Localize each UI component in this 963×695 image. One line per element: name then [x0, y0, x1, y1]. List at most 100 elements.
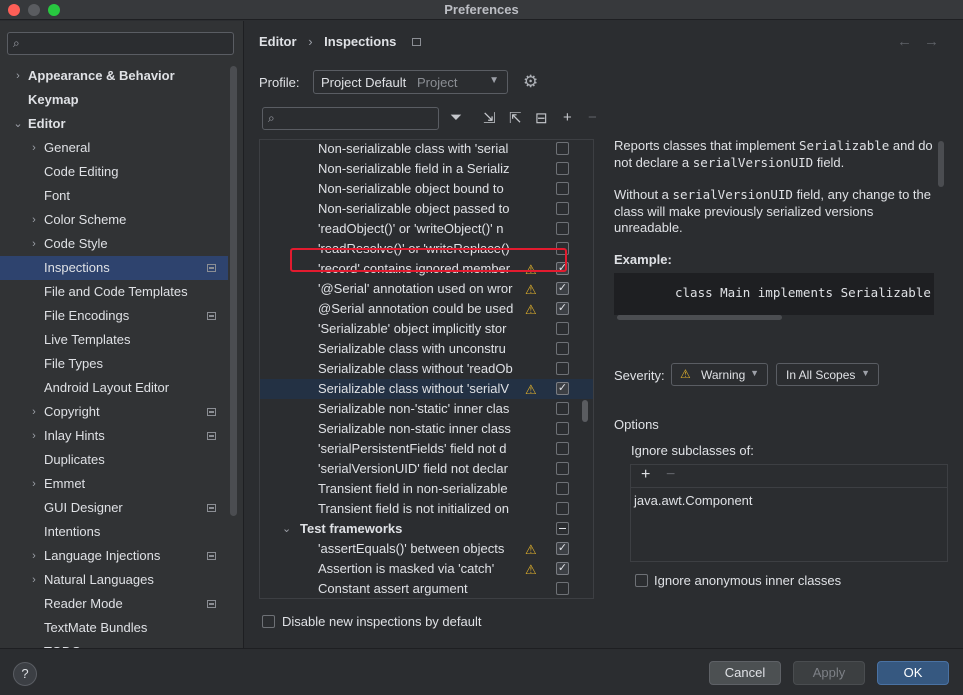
sidebar-item-intentions[interactable]: Intentions [0, 520, 228, 544]
sidebar-item-natural-languages[interactable]: › Natural Languages [0, 568, 228, 592]
chevron-right-icon[interactable]: › [28, 400, 40, 424]
inspection-row[interactable]: 'serialVersionUID' field not declar [260, 459, 593, 479]
inspection-checkbox[interactable] [556, 502, 569, 515]
inspection-checkbox[interactable] [556, 422, 569, 435]
severity-select[interactable]: ⚠ Warning ▼ [671, 363, 768, 386]
sidebar-item-appearance-behavior[interactable]: › Appearance & Behavior [0, 64, 228, 88]
sidebar-item-file-and-code-templates[interactable]: File and Code Templates [0, 280, 228, 304]
sidebar-item-inlay-hints[interactable]: › Inlay Hints [0, 424, 228, 448]
inspection-row[interactable]: Transient field is not initialized on [260, 499, 593, 519]
inspection-row[interactable]: Assertion is masked via 'catch' ⚠ ✓ [260, 559, 593, 579]
inspection-row[interactable]: 'Serializable' object implicitly stor [260, 319, 593, 339]
inspection-row[interactable]: Serializable class without 'serialV ⚠ ✓ [260, 379, 593, 399]
inspection-search-input[interactable]: ⌕ [262, 107, 439, 130]
sidebar-item-file-types[interactable]: File Types [0, 352, 228, 376]
sidebar-item-code-style[interactable]: › Code Style [0, 232, 228, 256]
breadcrumb-editor[interactable]: Editor [259, 34, 297, 49]
inspection-row[interactable]: Transient field in non-serializable [260, 479, 593, 499]
chevron-right-icon[interactable]: › [28, 424, 40, 448]
filter-icon[interactable]: ⏷ [450, 109, 462, 126]
sidebar-item-emmet[interactable]: › Emmet [0, 472, 228, 496]
scope-select[interactable]: In All Scopes ▼ [776, 363, 879, 386]
sidebar-item-keymap[interactable]: Keymap [0, 88, 228, 112]
ok-button[interactable]: OK [877, 661, 949, 685]
inspection-row[interactable]: 'assertEquals()' between objects ⚠ ✓ [260, 539, 593, 559]
chevron-right-icon[interactable]: › [28, 568, 40, 592]
cancel-button[interactable]: Cancel [709, 661, 781, 685]
inspection-row[interactable]: 'serialPersistentFields' field not d [260, 439, 593, 459]
inspection-checkbox[interactable]: ✓ [556, 282, 569, 295]
inspection-row[interactable]: '@Serial' annotation used on wror ⚠ ✓ [260, 279, 593, 299]
sidebar-item-todo[interactable]: TODO [0, 640, 228, 648]
sidebar-item-duplicates[interactable]: Duplicates [0, 448, 228, 472]
chevron-right-icon[interactable]: › [28, 208, 40, 232]
sidebar-item-color-scheme[interactable]: › Color Scheme [0, 208, 228, 232]
apply-button[interactable]: Apply [793, 661, 865, 685]
chevron-right-icon[interactable]: › [28, 232, 40, 256]
sidebar-item-font[interactable]: Font [0, 184, 228, 208]
inspection-checkbox[interactable] [556, 362, 569, 375]
sidebar-item-reader-mode[interactable]: Reader Mode [0, 592, 228, 616]
checkbox[interactable] [262, 615, 275, 628]
add-icon[interactable]: + [563, 109, 572, 126]
inspection-checkbox[interactable] [556, 142, 569, 155]
inspection-checkbox[interactable] [556, 482, 569, 495]
inspection-row[interactable]: 'readObject()' or 'writeObject()' n [260, 219, 593, 239]
chevron-right-icon[interactable]: › [28, 136, 40, 160]
inspection-row[interactable]: Serializable non-'static' inner clas [260, 399, 593, 419]
gear-icon[interactable]: ⚙ [523, 72, 538, 92]
chevron-down-icon[interactable]: ⌄ [12, 112, 24, 136]
list-scrollbar[interactable] [582, 400, 588, 422]
inspection-checkbox[interactable] [556, 462, 569, 475]
sidebar-scrollbar[interactable] [230, 66, 237, 516]
inspection-checkbox[interactable] [556, 162, 569, 175]
collapse-all-icon[interactable]: ⇱ [509, 109, 522, 127]
inspection-row[interactable]: @Serial annotation could be used ⚠ ✓ [260, 299, 593, 319]
description-scrollbar[interactable] [938, 141, 944, 187]
sidebar-item-language-injections[interactable]: › Language Injections [0, 544, 228, 568]
inspection-row[interactable]: Serializable non-static inner class [260, 419, 593, 439]
inspection-checkbox[interactable] [556, 522, 569, 535]
sidebar-item-inspections[interactable]: Inspections [0, 256, 228, 280]
inspection-checkbox[interactable] [556, 442, 569, 455]
inspection-checkbox[interactable] [556, 402, 569, 415]
sidebar-item-copyright[interactable]: › Copyright [0, 400, 228, 424]
inspection-group-row[interactable]: ⌄ Test frameworks [260, 519, 593, 539]
example-scrollbar[interactable] [617, 315, 782, 320]
inspection-row[interactable]: Non-serializable object passed to [260, 199, 593, 219]
inspection-checkbox[interactable] [556, 222, 569, 235]
back-arrow-icon[interactable]: ← [897, 33, 924, 50]
inspection-checkbox[interactable] [556, 202, 569, 215]
inspection-row[interactable]: Serializable class without 'readOb [260, 359, 593, 379]
inspection-row[interactable]: Non-serializable field in a Serializ [260, 159, 593, 179]
profile-select[interactable]: Project Default Project ▼ [313, 70, 508, 94]
reset-icon[interactable]: ⊟ [535, 109, 548, 127]
settings-search-input[interactable]: ⌕ [7, 32, 234, 55]
chevron-right-icon[interactable]: › [12, 64, 24, 88]
inspection-row[interactable]: Non-serializable class with 'serial [260, 140, 593, 159]
inspection-row[interactable]: Serializable class with unconstru [260, 339, 593, 359]
sidebar-item-live-templates[interactable]: Live Templates [0, 328, 228, 352]
sidebar-item-textmate-bundles[interactable]: TextMate Bundles [0, 616, 228, 640]
sidebar-item-android-layout-editor[interactable]: Android Layout Editor [0, 376, 228, 400]
chevron-right-icon[interactable]: › [28, 544, 40, 568]
chevron-right-icon[interactable]: › [28, 472, 40, 496]
sidebar-item-general[interactable]: › General [0, 136, 228, 160]
inspection-row[interactable]: Constant assert argument [260, 579, 593, 598]
sidebar-item-file-encodings[interactable]: File Encodings [0, 304, 228, 328]
inspection-checkbox[interactable] [556, 322, 569, 335]
sidebar-item-gui-designer[interactable]: GUI Designer [0, 496, 228, 520]
inspection-checkbox[interactable] [556, 182, 569, 195]
inspection-checkbox[interactable] [556, 582, 569, 595]
forward-arrow-icon[interactable]: → [924, 33, 951, 50]
list-item[interactable]: java.awt.Component [634, 493, 753, 508]
inspection-checkbox[interactable] [556, 342, 569, 355]
help-button[interactable]: ? [13, 662, 37, 686]
inspection-checkbox[interactable]: ✓ [556, 542, 569, 555]
inspection-checkbox[interactable]: ✓ [556, 382, 569, 395]
inspection-checkbox[interactable]: ✓ [556, 562, 569, 575]
add-icon[interactable]: + [641, 466, 650, 484]
chevron-down-icon[interactable]: ⌄ [282, 519, 291, 539]
checkbox[interactable] [635, 574, 648, 587]
sidebar-item-code-editing[interactable]: Code Editing [0, 160, 228, 184]
